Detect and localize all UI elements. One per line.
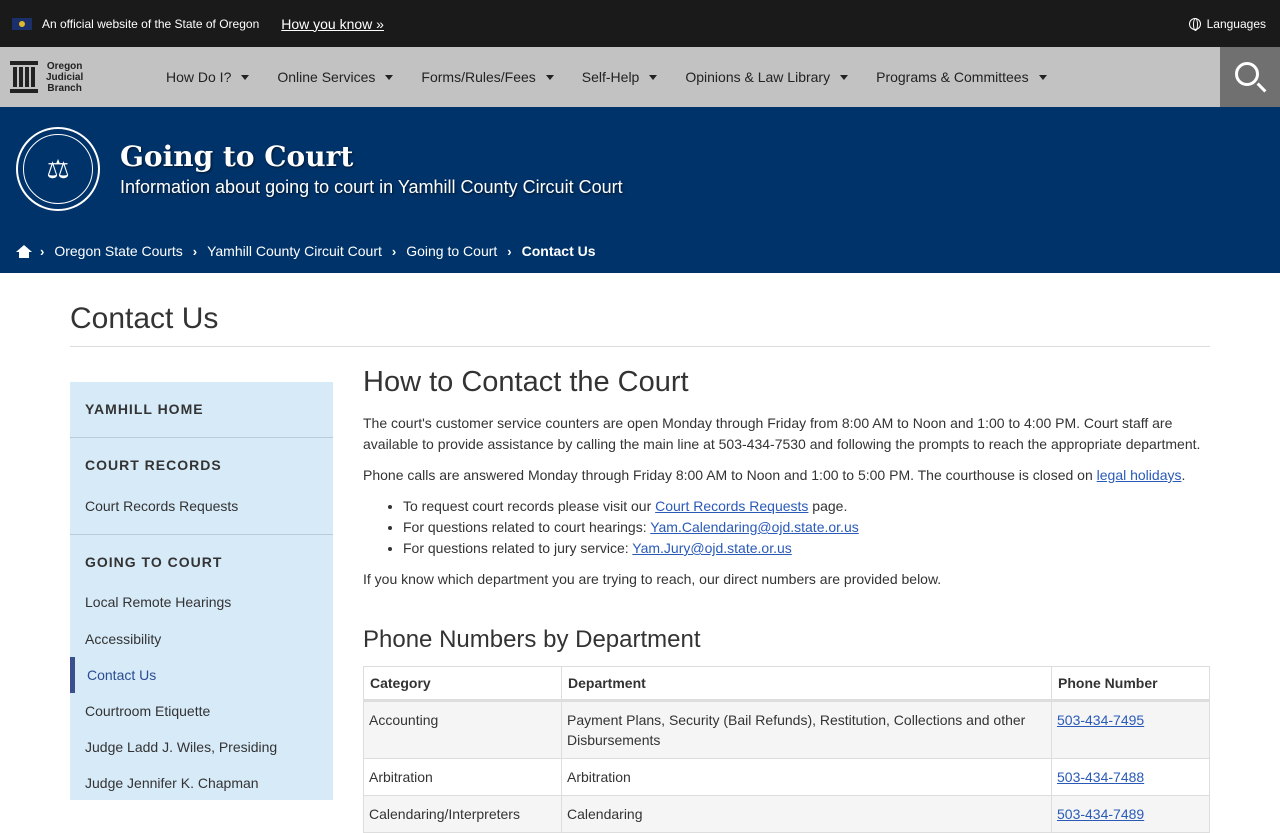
chevron-down-icon: [545, 74, 554, 80]
column-header-department: Department: [561, 666, 1052, 702]
list-item: To request court records please visit ou…: [403, 496, 1210, 517]
ojd-logo[interactable]: Oregon Judicial Branch: [0, 61, 166, 94]
banner-subtitle: Information about going to court in Yamh…: [120, 177, 623, 197]
sidebar-item-judge-wiles[interactable]: Judge Ladd J. Wiles, Presiding: [70, 739, 292, 755]
sidebar-court-records[interactable]: COURT RECORDS: [70, 457, 237, 473]
hours-paragraph: The court's customer service counters ar…: [363, 415, 1201, 452]
pillar-icon: [10, 61, 38, 93]
sidebar-item-court-records-requests[interactable]: Court Records Requests: [70, 498, 253, 514]
sidebar-going-to-court[interactable]: GOING TO COURT: [70, 554, 237, 570]
ojd-logo-text: Oregon Judicial Branch: [46, 60, 84, 94]
sidebar-item-judge-chapman[interactable]: Judge Jennifer K. Chapman: [70, 775, 274, 791]
home-icon[interactable]: [16, 245, 32, 258]
table-cell-phone: 503-434-7495: [1051, 700, 1210, 759]
breadcrumb: › Oregon State Courts › Yamhill County C…: [16, 243, 596, 259]
oregon-flag-icon: [12, 17, 32, 30]
official-banner: An official website of the State of Oreg…: [0, 0, 1280, 47]
direct-numbers-paragraph: If you know which department you are try…: [363, 571, 942, 587]
nav-item-self-help[interactable]: Self-Help: [582, 69, 658, 85]
phone-link[interactable]: 503-434-7495: [1057, 712, 1144, 728]
search-icon: [1235, 62, 1259, 86]
table-cell-category: Calendaring/Interpreters: [363, 795, 562, 833]
how-you-know-link[interactable]: How you know »: [281, 16, 384, 32]
nav-menu: How Do I? Online Services Forms/Rules/Fe…: [166, 69, 1075, 85]
nav-item-forms-rules-fees[interactable]: Forms/Rules/Fees: [421, 69, 554, 85]
phone-link[interactable]: 503-434-7488: [1057, 769, 1144, 785]
table-cell-phone: 503-434-7488: [1051, 758, 1210, 796]
nav-item-opinions-law-library[interactable]: Opinions & Law Library: [685, 69, 849, 85]
chevron-right-icon: ›: [507, 243, 512, 259]
table-cell-department: Arbitration: [561, 758, 1052, 796]
chevron-right-icon: ›: [192, 243, 198, 259]
scales-icon: ⚖: [23, 134, 93, 204]
chevron-down-icon: [385, 74, 394, 80]
phone-numbers-heading: Phone Numbers by Department: [363, 626, 701, 653]
chevron-down-icon: [1038, 74, 1047, 80]
sidebar: YAMHILL HOME COURT RECORDS Court Records…: [70, 382, 333, 800]
nav-item-online-services[interactable]: Online Services: [277, 69, 394, 85]
table-cell-department: Payment Plans, Security (Bail Refunds), …: [561, 700, 1052, 759]
chevron-down-icon: [649, 74, 658, 80]
table-cell-category: Arbitration: [363, 758, 562, 796]
breadcrumb-yamhill-county[interactable]: Yamhill County Circuit Court: [207, 243, 382, 259]
contact-list: To request court records please visit ou…: [363, 496, 1210, 559]
chevron-right-icon: ›: [391, 243, 397, 259]
sidebar-item-contact-us[interactable]: Contact Us: [72, 667, 171, 683]
list-item: For questions related to jury service: Y…: [403, 538, 1210, 559]
page-banner: ⚖ Going to Court Information about going…: [0, 107, 1280, 273]
breadcrumb-going-to-court[interactable]: Going to Court: [406, 243, 497, 259]
phone-link[interactable]: 503-434-7489: [1057, 806, 1144, 822]
table-row: Arbitration Arbitration 503-434-7488: [363, 758, 1210, 796]
globe-icon: [1188, 17, 1201, 31]
sidebar-item-courtroom-etiquette[interactable]: Courtroom Etiquette: [70, 703, 225, 719]
breadcrumb-oregon-state-courts[interactable]: Oregon State Courts: [54, 243, 182, 259]
list-item: For questions related to court hearings:…: [403, 517, 1210, 538]
oregon-judicial-seal: ⚖: [16, 127, 100, 211]
page-title: Contact Us: [70, 302, 219, 335]
table-header-row: Category Department Phone Number: [363, 666, 1210, 702]
table-cell-category: Accounting: [363, 700, 562, 759]
languages-button[interactable]: Languages: [1188, 0, 1266, 47]
calendaring-email-link[interactable]: Yam.Calendaring@ojd.state.or.us: [650, 519, 859, 535]
column-header-phone: Phone Number: [1051, 666, 1210, 702]
table-cell-department: Calendaring: [561, 795, 1052, 833]
department-phone-table: Category Department Phone Number Account…: [363, 666, 1210, 833]
chevron-right-icon: ›: [40, 243, 45, 259]
official-site-text: An official website of the State of Oreg…: [42, 16, 260, 31]
legal-holidays-link[interactable]: legal holidays: [1097, 467, 1182, 483]
table-row: Calendaring/Interpreters Calendaring 503…: [363, 795, 1210, 833]
chevron-down-icon: [241, 74, 250, 80]
chevron-down-icon: [840, 74, 849, 80]
languages-label: Languages: [1206, 16, 1266, 31]
table-row: Accounting Payment Plans, Security (Bail…: [363, 700, 1210, 759]
contact-heading: How to Contact the Court: [363, 366, 689, 398]
breadcrumb-current: Contact Us: [521, 243, 596, 259]
nav-item-how-do-i[interactable]: How Do I?: [166, 69, 250, 85]
sidebar-item-local-remote-hearings[interactable]: Local Remote Hearings: [70, 594, 246, 610]
main-navigation: Oregon Judicial Branch How Do I? Online …: [0, 47, 1280, 107]
sidebar-item-accessibility[interactable]: Accessibility: [70, 631, 176, 647]
jury-email-link[interactable]: Yam.Jury@ojd.state.or.us: [632, 540, 791, 556]
search-button[interactable]: [1220, 47, 1280, 107]
title-divider: [70, 346, 1210, 347]
main-content: How to Contact the Court The court's cus…: [363, 366, 1210, 833]
banner-title: Going to Court: [120, 140, 354, 173]
sidebar-yamhill-home[interactable]: YAMHILL HOME: [70, 401, 219, 417]
table-cell-phone: 503-434-7489: [1051, 795, 1210, 833]
sidebar-divider: [70, 534, 333, 535]
phone-hours-paragraph: Phone calls are answered Monday through …: [363, 467, 1186, 483]
column-header-category: Category: [363, 666, 562, 702]
nav-item-programs-committees[interactable]: Programs & Committees: [876, 69, 1047, 85]
court-records-requests-link[interactable]: Court Records Requests: [655, 498, 808, 514]
sidebar-divider: [70, 437, 333, 438]
